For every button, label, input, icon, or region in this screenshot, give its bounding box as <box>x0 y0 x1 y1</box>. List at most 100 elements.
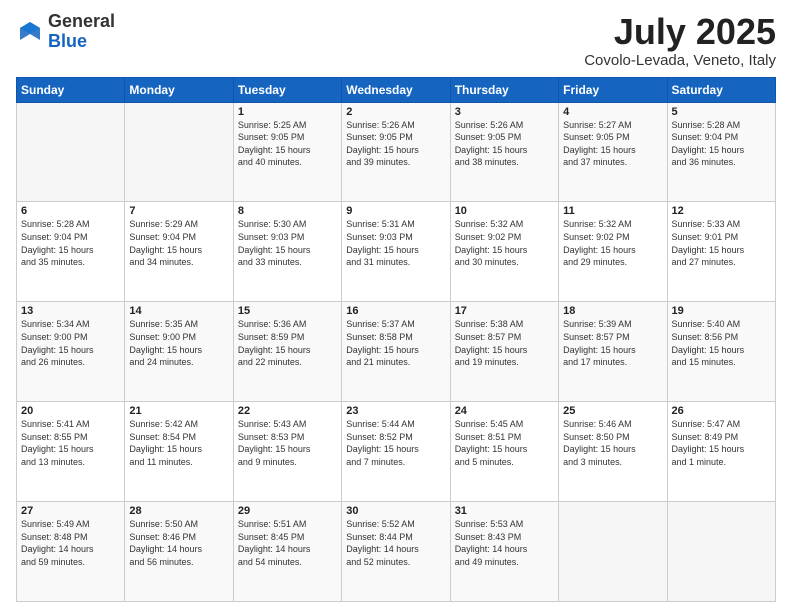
calendar-cell: 13Sunrise: 5:34 AM Sunset: 9:00 PM Dayli… <box>17 302 125 402</box>
day-info: Sunrise: 5:45 AM Sunset: 8:51 PM Dayligh… <box>455 418 554 468</box>
day-info: Sunrise: 5:29 AM Sunset: 9:04 PM Dayligh… <box>129 218 228 268</box>
day-info: Sunrise: 5:39 AM Sunset: 8:57 PM Dayligh… <box>563 318 662 368</box>
day-info: Sunrise: 5:28 AM Sunset: 9:04 PM Dayligh… <box>21 218 120 268</box>
day-info: Sunrise: 5:34 AM Sunset: 9:00 PM Dayligh… <box>21 318 120 368</box>
day-info: Sunrise: 5:44 AM Sunset: 8:52 PM Dayligh… <box>346 418 445 468</box>
calendar-cell <box>559 502 667 602</box>
calendar-cell: 7Sunrise: 5:29 AM Sunset: 9:04 PM Daylig… <box>125 202 233 302</box>
day-info: Sunrise: 5:36 AM Sunset: 8:59 PM Dayligh… <box>238 318 337 368</box>
day-number: 20 <box>21 405 120 417</box>
calendar-cell <box>667 502 775 602</box>
day-info: Sunrise: 5:37 AM Sunset: 8:58 PM Dayligh… <box>346 318 445 368</box>
calendar-week-1: 1Sunrise: 5:25 AM Sunset: 9:05 PM Daylig… <box>17 102 776 202</box>
col-friday: Friday <box>559 77 667 102</box>
calendar-cell: 6Sunrise: 5:28 AM Sunset: 9:04 PM Daylig… <box>17 202 125 302</box>
calendar-cell: 23Sunrise: 5:44 AM Sunset: 8:52 PM Dayli… <box>342 402 450 502</box>
day-info: Sunrise: 5:26 AM Sunset: 9:05 PM Dayligh… <box>455 119 554 169</box>
header: General Blue July 2025 Covolo-Levada, Ve… <box>16 12 776 69</box>
day-number: 23 <box>346 405 445 417</box>
calendar-week-5: 27Sunrise: 5:49 AM Sunset: 8:48 PM Dayli… <box>17 502 776 602</box>
calendar-cell: 12Sunrise: 5:33 AM Sunset: 9:01 PM Dayli… <box>667 202 775 302</box>
logo-text: General Blue <box>48 12 115 52</box>
calendar-week-3: 13Sunrise: 5:34 AM Sunset: 9:00 PM Dayli… <box>17 302 776 402</box>
day-info: Sunrise: 5:50 AM Sunset: 8:46 PM Dayligh… <box>129 518 228 568</box>
calendar-cell <box>125 102 233 202</box>
calendar-cell: 9Sunrise: 5:31 AM Sunset: 9:03 PM Daylig… <box>342 202 450 302</box>
day-number: 11 <box>563 205 662 217</box>
day-number: 5 <box>672 106 771 118</box>
calendar-cell: 18Sunrise: 5:39 AM Sunset: 8:57 PM Dayli… <box>559 302 667 402</box>
day-number: 31 <box>455 505 554 517</box>
day-number: 9 <box>346 205 445 217</box>
logo-icon <box>16 18 44 46</box>
calendar-cell: 20Sunrise: 5:41 AM Sunset: 8:55 PM Dayli… <box>17 402 125 502</box>
calendar-header-row: Sunday Monday Tuesday Wednesday Thursday… <box>17 77 776 102</box>
day-number: 29 <box>238 505 337 517</box>
day-info: Sunrise: 5:42 AM Sunset: 8:54 PM Dayligh… <box>129 418 228 468</box>
day-number: 18 <box>563 305 662 317</box>
day-number: 30 <box>346 505 445 517</box>
day-number: 27 <box>21 505 120 517</box>
calendar-cell: 15Sunrise: 5:36 AM Sunset: 8:59 PM Dayli… <box>233 302 341 402</box>
col-thursday: Thursday <box>450 77 558 102</box>
calendar-week-2: 6Sunrise: 5:28 AM Sunset: 9:04 PM Daylig… <box>17 202 776 302</box>
day-number: 13 <box>21 305 120 317</box>
day-info: Sunrise: 5:41 AM Sunset: 8:55 PM Dayligh… <box>21 418 120 468</box>
day-info: Sunrise: 5:46 AM Sunset: 8:50 PM Dayligh… <box>563 418 662 468</box>
calendar-cell: 11Sunrise: 5:32 AM Sunset: 9:02 PM Dayli… <box>559 202 667 302</box>
day-number: 17 <box>455 305 554 317</box>
page: General Blue July 2025 Covolo-Levada, Ve… <box>0 0 792 612</box>
day-info: Sunrise: 5:52 AM Sunset: 8:44 PM Dayligh… <box>346 518 445 568</box>
calendar-cell: 21Sunrise: 5:42 AM Sunset: 8:54 PM Dayli… <box>125 402 233 502</box>
calendar-cell: 27Sunrise: 5:49 AM Sunset: 8:48 PM Dayli… <box>17 502 125 602</box>
day-number: 15 <box>238 305 337 317</box>
col-saturday: Saturday <box>667 77 775 102</box>
location-title: Covolo-Levada, Veneto, Italy <box>584 52 776 69</box>
day-info: Sunrise: 5:49 AM Sunset: 8:48 PM Dayligh… <box>21 518 120 568</box>
calendar-cell: 19Sunrise: 5:40 AM Sunset: 8:56 PM Dayli… <box>667 302 775 402</box>
calendar-cell: 31Sunrise: 5:53 AM Sunset: 8:43 PM Dayli… <box>450 502 558 602</box>
calendar-cell: 1Sunrise: 5:25 AM Sunset: 9:05 PM Daylig… <box>233 102 341 202</box>
calendar-cell: 5Sunrise: 5:28 AM Sunset: 9:04 PM Daylig… <box>667 102 775 202</box>
day-number: 19 <box>672 305 771 317</box>
day-info: Sunrise: 5:43 AM Sunset: 8:53 PM Dayligh… <box>238 418 337 468</box>
day-info: Sunrise: 5:27 AM Sunset: 9:05 PM Dayligh… <box>563 119 662 169</box>
day-info: Sunrise: 5:25 AM Sunset: 9:05 PM Dayligh… <box>238 119 337 169</box>
calendar-cell: 14Sunrise: 5:35 AM Sunset: 9:00 PM Dayli… <box>125 302 233 402</box>
day-info: Sunrise: 5:35 AM Sunset: 9:00 PM Dayligh… <box>129 318 228 368</box>
col-wednesday: Wednesday <box>342 77 450 102</box>
day-info: Sunrise: 5:47 AM Sunset: 8:49 PM Dayligh… <box>672 418 771 468</box>
day-number: 6 <box>21 205 120 217</box>
calendar-cell: 29Sunrise: 5:51 AM Sunset: 8:45 PM Dayli… <box>233 502 341 602</box>
col-tuesday: Tuesday <box>233 77 341 102</box>
calendar-cell: 4Sunrise: 5:27 AM Sunset: 9:05 PM Daylig… <box>559 102 667 202</box>
day-info: Sunrise: 5:32 AM Sunset: 9:02 PM Dayligh… <box>563 218 662 268</box>
day-number: 22 <box>238 405 337 417</box>
calendar-cell: 3Sunrise: 5:26 AM Sunset: 9:05 PM Daylig… <box>450 102 558 202</box>
day-number: 28 <box>129 505 228 517</box>
day-info: Sunrise: 5:40 AM Sunset: 8:56 PM Dayligh… <box>672 318 771 368</box>
day-number: 26 <box>672 405 771 417</box>
day-number: 7 <box>129 205 228 217</box>
calendar-cell: 26Sunrise: 5:47 AM Sunset: 8:49 PM Dayli… <box>667 402 775 502</box>
day-info: Sunrise: 5:32 AM Sunset: 9:02 PM Dayligh… <box>455 218 554 268</box>
month-title: July 2025 <box>584 12 776 52</box>
day-info: Sunrise: 5:51 AM Sunset: 8:45 PM Dayligh… <box>238 518 337 568</box>
day-number: 14 <box>129 305 228 317</box>
calendar-cell: 22Sunrise: 5:43 AM Sunset: 8:53 PM Dayli… <box>233 402 341 502</box>
calendar-cell: 30Sunrise: 5:52 AM Sunset: 8:44 PM Dayli… <box>342 502 450 602</box>
logo: General Blue <box>16 12 115 52</box>
calendar-cell: 8Sunrise: 5:30 AM Sunset: 9:03 PM Daylig… <box>233 202 341 302</box>
day-number: 2 <box>346 106 445 118</box>
day-number: 3 <box>455 106 554 118</box>
calendar-table: Sunday Monday Tuesday Wednesday Thursday… <box>16 77 776 602</box>
calendar-cell <box>17 102 125 202</box>
day-number: 16 <box>346 305 445 317</box>
calendar-cell: 17Sunrise: 5:38 AM Sunset: 8:57 PM Dayli… <box>450 302 558 402</box>
day-number: 25 <box>563 405 662 417</box>
calendar-cell: 10Sunrise: 5:32 AM Sunset: 9:02 PM Dayli… <box>450 202 558 302</box>
day-number: 21 <box>129 405 228 417</box>
day-info: Sunrise: 5:26 AM Sunset: 9:05 PM Dayligh… <box>346 119 445 169</box>
day-info: Sunrise: 5:30 AM Sunset: 9:03 PM Dayligh… <box>238 218 337 268</box>
calendar-cell: 2Sunrise: 5:26 AM Sunset: 9:05 PM Daylig… <box>342 102 450 202</box>
